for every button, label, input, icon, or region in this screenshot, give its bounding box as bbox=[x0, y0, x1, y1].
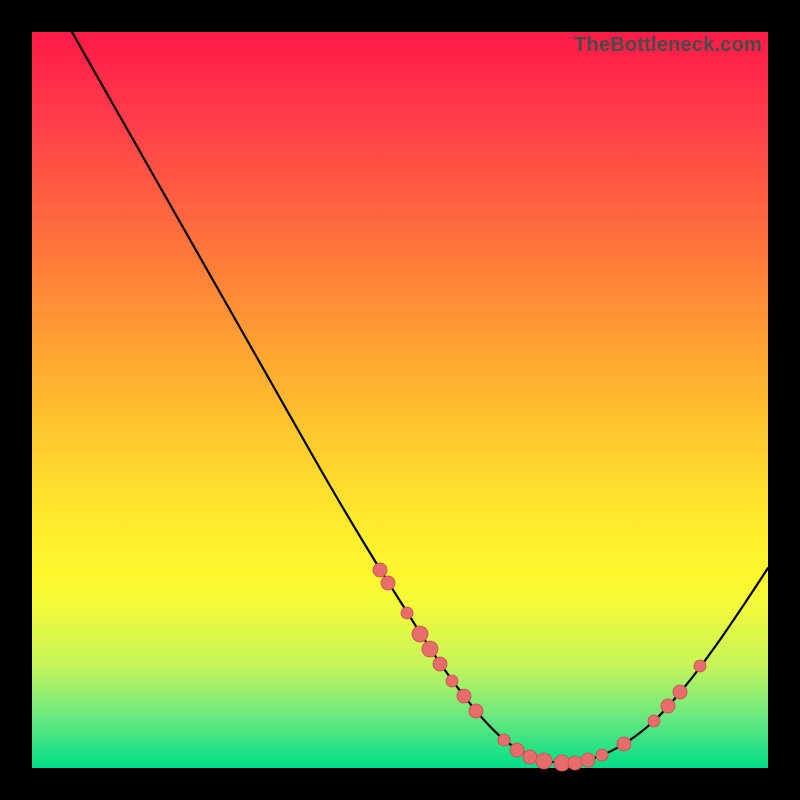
data-marker bbox=[673, 685, 687, 699]
data-marker bbox=[694, 660, 706, 672]
data-marker bbox=[554, 755, 570, 771]
data-marker bbox=[581, 753, 595, 767]
data-marker bbox=[596, 749, 608, 761]
data-markers bbox=[373, 563, 706, 771]
data-marker bbox=[498, 734, 510, 746]
data-marker bbox=[510, 743, 524, 757]
data-marker bbox=[433, 657, 447, 671]
bottleneck-curve-plot bbox=[32, 32, 768, 768]
data-marker bbox=[617, 737, 631, 751]
data-marker bbox=[661, 699, 675, 713]
data-marker bbox=[523, 750, 537, 764]
bottleneck-curve bbox=[72, 32, 768, 763]
data-marker bbox=[381, 576, 395, 590]
data-marker bbox=[568, 756, 582, 770]
data-marker bbox=[373, 563, 387, 577]
data-marker bbox=[648, 715, 660, 727]
data-marker bbox=[446, 675, 458, 687]
data-marker bbox=[469, 704, 483, 718]
data-marker bbox=[412, 626, 428, 642]
data-marker bbox=[536, 753, 552, 769]
data-marker bbox=[422, 641, 438, 657]
data-marker bbox=[401, 607, 413, 619]
data-marker bbox=[457, 689, 471, 703]
chart-frame: TheBottleneck.com bbox=[32, 32, 768, 768]
